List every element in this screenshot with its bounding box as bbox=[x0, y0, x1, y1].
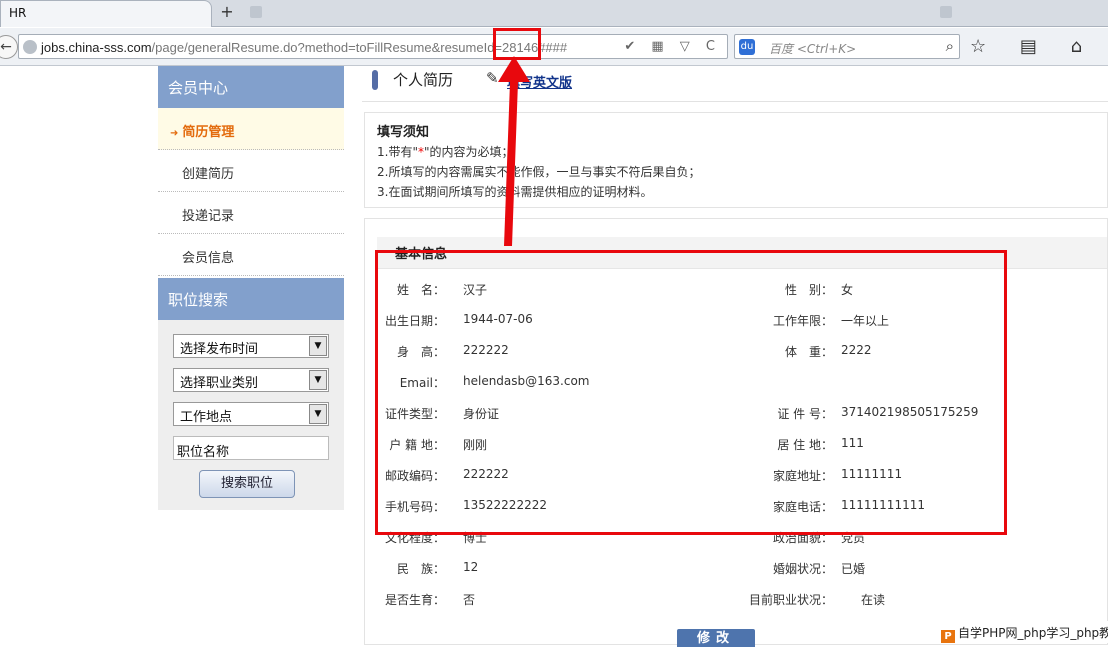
search-icon[interactable]: ⌕ bbox=[946, 37, 954, 55]
site-logo-icon: P bbox=[941, 630, 955, 643]
sidebar-item-delivery-records[interactable]: 投递记录 bbox=[158, 192, 344, 234]
field-label: 目前职业状况： bbox=[749, 593, 834, 607]
navigation-bar: ← jobs.china-sss.com/page/generalResume.… bbox=[0, 28, 1108, 66]
tab-favicon[interactable] bbox=[250, 6, 262, 18]
member-center-header: 会员中心 bbox=[158, 66, 344, 108]
field-value: 12 bbox=[463, 560, 479, 574]
modify-button[interactable]: 修改 bbox=[677, 629, 755, 647]
field-value: 否 bbox=[463, 593, 476, 607]
notice-line-1: 1.带有"*"的内容为必填； bbox=[377, 145, 514, 159]
search-box[interactable]: du 百度 <Ctrl+K> ⌕ bbox=[734, 34, 960, 59]
chevron-down-icon[interactable]: ▼ bbox=[309, 370, 327, 390]
sidebar-item-create-resume[interactable]: 创建简历 bbox=[158, 150, 344, 192]
baidu-logo-icon[interactable]: du bbox=[739, 39, 755, 55]
address-bar[interactable]: jobs.china-sss.com/page/generalResume.do… bbox=[18, 34, 728, 59]
field-label: 婚姻状况： bbox=[772, 562, 833, 576]
annotation-box-basic-info bbox=[375, 250, 1007, 535]
url-text[interactable]: jobs.china-sss.com/page/generalResume.do… bbox=[41, 40, 567, 55]
new-tab-button[interactable]: + bbox=[217, 2, 237, 22]
title-accent-bar bbox=[372, 70, 378, 90]
watermark: P 自学PHP网_php学习_php教程 bbox=[937, 621, 1108, 643]
address-bar-icons[interactable]: ✔ ▦ ▽ C bbox=[624, 39, 721, 54]
field-value: 已婚 bbox=[841, 562, 866, 576]
job-search-header: 职位搜索 bbox=[158, 278, 344, 320]
fill-notice: 填写须知 1.带有"*"的内容为必填； 2.所填写的内容需属实不能作假，一旦与事… bbox=[364, 112, 1108, 208]
search-jobs-button[interactable]: 搜索职位 bbox=[199, 470, 295, 498]
tab-favicon[interactable] bbox=[940, 6, 952, 18]
info-row: 是否生育： 否 目前职业状况： 在读 bbox=[365, 591, 1108, 615]
browser-tab[interactable]: HR bbox=[0, 0, 212, 27]
category-select[interactable]: 选择职业类别 ▼ bbox=[173, 368, 329, 392]
field-label: 民 族： bbox=[396, 562, 445, 576]
field-value: 在读 bbox=[861, 593, 886, 607]
annotation-arrow bbox=[498, 56, 530, 246]
chevron-down-icon[interactable]: ▼ bbox=[309, 404, 327, 424]
tab-bar: HR + bbox=[0, 0, 1108, 27]
sidebar-item-member-info[interactable]: 会员信息 bbox=[158, 234, 344, 276]
arrow-right-icon: ➜ bbox=[170, 128, 179, 139]
notice-line-3: 3.在面试期间所填写的资料需提供相应的证明材料。 bbox=[377, 185, 653, 199]
location-select[interactable]: 工作地点 ▼ bbox=[173, 402, 329, 426]
url-host: jobs.china-sss.com bbox=[41, 40, 152, 55]
job-name-input[interactable]: 职位名称 bbox=[173, 436, 329, 460]
search-placeholder: 百度 <Ctrl+K> bbox=[769, 42, 857, 56]
publish-time-select[interactable]: 选择发布时间 ▼ bbox=[173, 334, 329, 358]
background-tabs bbox=[240, 4, 1100, 22]
arrow-up-icon bbox=[498, 56, 530, 246]
back-button[interactable]: ← bbox=[0, 35, 18, 59]
toolbar-icons[interactable]: ☆ ▤ ⌂ ↶ bbox=[970, 36, 1108, 57]
chevron-down-icon[interactable]: ▼ bbox=[309, 336, 327, 356]
globe-icon bbox=[23, 40, 37, 54]
sidebar: 会员中心 ➜ 简历管理 创建简历 投递记录 会员信息 职位搜索 选择发布时间 ▼ 选… bbox=[158, 66, 344, 510]
title-row: 个人简历 ✎ 填写英文版 bbox=[362, 66, 1108, 102]
job-search-panel: 选择发布时间 ▼ 选择职业类别 ▼ 工作地点 ▼ 职位名称 搜索职位 bbox=[158, 320, 344, 510]
page-title: 个人简历 bbox=[393, 71, 454, 89]
sidebar-item-resume-management[interactable]: ➜ 简历管理 bbox=[158, 108, 344, 150]
notice-line-2: 2.所填写的内容需属实不能作假，一旦与事实不符后果自负； bbox=[377, 165, 701, 179]
info-row: 民 族： 12 婚姻状况： 已婚 bbox=[365, 560, 1108, 584]
field-label: 是否生育： bbox=[384, 593, 445, 607]
browser-tab-title: HR bbox=[9, 6, 27, 20]
watermark-text: 自学PHP网_php学习_php教程 bbox=[958, 626, 1108, 640]
notice-title: 填写须知 bbox=[377, 125, 430, 140]
